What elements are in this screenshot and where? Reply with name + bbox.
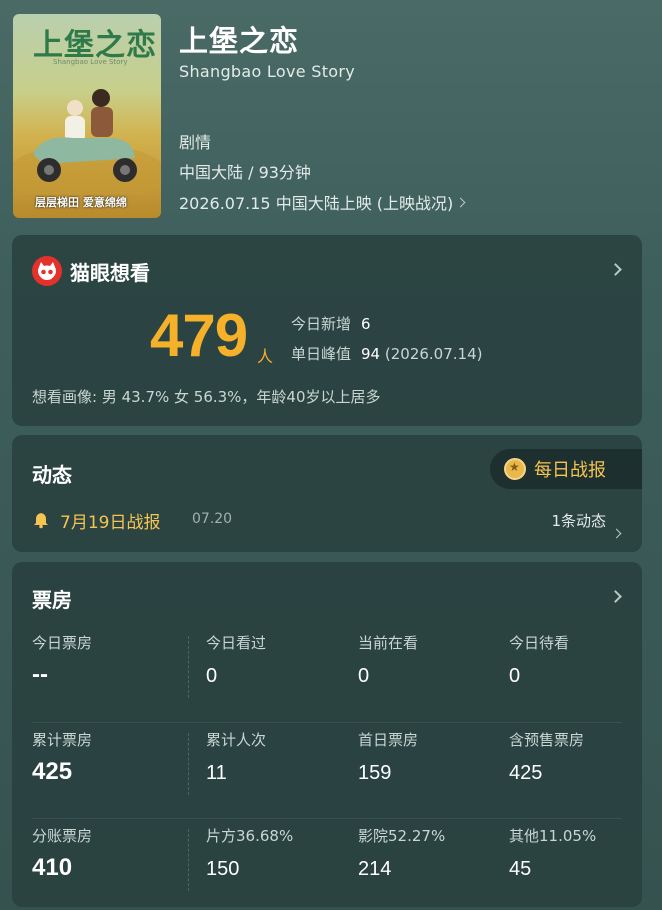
stat-label: 片方36.68% bbox=[206, 827, 294, 845]
movie-english-title: Shangbao Love Story bbox=[179, 62, 356, 81]
stat-label: 累计人次 bbox=[206, 731, 267, 749]
stat-producer-share: 片方36.68% 150 bbox=[206, 825, 293, 881]
release-info-link[interactable]: 2026.07.15 中国大陆上映 (上映战况) bbox=[179, 190, 466, 214]
movie-genre: 剧情 bbox=[179, 133, 212, 152]
stat-today-box-office: 今日票房 -- bbox=[32, 632, 92, 689]
daily-peak-label: 单日峰值 bbox=[291, 345, 352, 363]
today-new-value: 6 bbox=[361, 315, 371, 333]
stat-total-admissions: 累计人次 11 bbox=[206, 729, 266, 785]
stat-value: 425 bbox=[32, 758, 73, 785]
daily-report-button[interactable]: 每日战报 bbox=[490, 449, 642, 489]
bell-icon bbox=[34, 513, 48, 529]
chevron-right-icon bbox=[609, 590, 622, 603]
column-divider bbox=[188, 733, 189, 795]
stat-today-watched: 今日看过 0 bbox=[206, 632, 266, 688]
stat-value: 0 bbox=[206, 665, 218, 687]
stat-label: 今日看过 bbox=[206, 634, 267, 652]
movie-header: 上堡之恋 Shangbao Love Story 层层梯田 爱意绵绵 上堡之恋 … bbox=[0, 0, 662, 232]
news-count[interactable]: 1条动态 bbox=[551, 510, 606, 531]
poster-illustration bbox=[13, 89, 161, 194]
stat-label: 分账票房 bbox=[32, 827, 93, 845]
stat-value: 150 bbox=[206, 858, 240, 880]
box-office-row: 分账票房 410 片方36.68% 150 影院52.27% 214 其他11.05%… bbox=[32, 818, 622, 910]
maoyan-cat-icon bbox=[32, 256, 62, 286]
stat-label: 当前在看 bbox=[358, 634, 419, 652]
movie-poster[interactable]: 上堡之恋 Shangbao Love Story 层层梯田 爱意绵绵 bbox=[13, 14, 161, 218]
medal-icon bbox=[504, 458, 526, 480]
stat-label: 首日票房 bbox=[358, 731, 419, 749]
box-office-title: 票房 bbox=[32, 588, 72, 612]
stat-value: 0 bbox=[509, 665, 521, 687]
stat-value: 11 bbox=[206, 762, 227, 784]
column-divider bbox=[188, 829, 189, 891]
stat-cinema-share: 影院52.27% 214 bbox=[358, 825, 445, 881]
stat-label: 今日票房 bbox=[32, 634, 93, 652]
box-office-row: 累计票房 425 累计人次 11 首日票房 159 含预售票房 425 bbox=[32, 722, 622, 818]
box-office-grid: 今日票房 -- 今日看过 0 当前在看 0 今日待看 0 累计票房 425 累计人次 11 … bbox=[32, 626, 622, 910]
stat-other-share: 其他11.05% 45 bbox=[509, 825, 596, 881]
want-card-title: 猫眼想看 bbox=[70, 260, 150, 285]
stat-value: 159 bbox=[358, 762, 392, 784]
poster-subtitle-art: Shangbao Love Story bbox=[53, 58, 128, 66]
stat-value: 425 bbox=[509, 762, 543, 784]
stat-label: 今日待看 bbox=[509, 634, 570, 652]
report-link[interactable]: 7月19日战报 bbox=[60, 508, 160, 533]
today-new-label: 今日新增 bbox=[291, 315, 352, 333]
news-card-title: 动态 bbox=[32, 463, 72, 487]
column-divider bbox=[188, 636, 189, 698]
stat-value: -- bbox=[32, 661, 48, 688]
stat-label: 含预售票房 bbox=[509, 731, 585, 749]
stat-value: 0 bbox=[358, 665, 370, 687]
movie-title: 上堡之恋 bbox=[179, 24, 300, 58]
daily-report-label: 每日战报 bbox=[534, 460, 606, 481]
stat-opening-day: 首日票房 159 bbox=[358, 729, 418, 785]
stat-today-pending: 今日待看 0 bbox=[509, 632, 569, 688]
audience-portrait: 想看画像: 男 43.7% 女 56.3%，年龄40岁以上居多 bbox=[32, 388, 381, 406]
box-office-row: 今日票房 -- 今日看过 0 当前在看 0 今日待看 0 bbox=[32, 626, 622, 722]
chevron-right-icon bbox=[455, 197, 466, 207]
want-count: 479 bbox=[150, 302, 248, 369]
stat-label: 累计票房 bbox=[32, 731, 93, 749]
stat-split-box-office: 分账票房 410 bbox=[32, 825, 92, 882]
stat-value: 214 bbox=[358, 858, 392, 880]
chevron-right-icon bbox=[609, 263, 622, 276]
stat-with-presale: 含预售票房 425 bbox=[509, 729, 584, 785]
want-count-unit: 人 bbox=[257, 347, 274, 366]
box-office-card[interactable]: 票房 今日票房 -- 今日看过 0 当前在看 0 今日待看 0 累计票房 425 累计人次… bbox=[12, 562, 642, 907]
stat-label: 影院52.27% bbox=[358, 827, 446, 845]
release-info-text: 2026.07.15 中国大陆上映 (上映战况) bbox=[179, 194, 454, 213]
chevron-right-icon bbox=[611, 528, 622, 539]
poster-tagline-art: 层层梯田 爱意绵绵 bbox=[35, 196, 127, 209]
report-date: 07.20 bbox=[192, 511, 233, 527]
stat-label: 其他11.05% bbox=[509, 827, 597, 845]
stat-value: 45 bbox=[509, 858, 532, 880]
stat-total-box-office: 累计票房 425 bbox=[32, 729, 92, 786]
daily-peak-date: (2026.07.14) bbox=[384, 345, 483, 363]
news-card: 动态 每日战报 7月19日战报 07.20 1条动态 bbox=[12, 435, 642, 552]
stat-now-watching: 当前在看 0 bbox=[358, 632, 418, 688]
daily-peak-value: 94 bbox=[361, 345, 381, 363]
today-new-stat: 今日新增 6 bbox=[291, 313, 371, 334]
want-to-watch-card[interactable]: 猫眼想看 479 人 今日新增 6 单日峰值 94 (2026.07.14) 想看画… bbox=[12, 235, 642, 426]
movie-origin-duration: 中国大陆 / 93分钟 bbox=[179, 163, 311, 182]
stat-value: 410 bbox=[32, 854, 73, 881]
daily-peak-stat: 单日峰值 94 (2026.07.14) bbox=[291, 343, 482, 364]
